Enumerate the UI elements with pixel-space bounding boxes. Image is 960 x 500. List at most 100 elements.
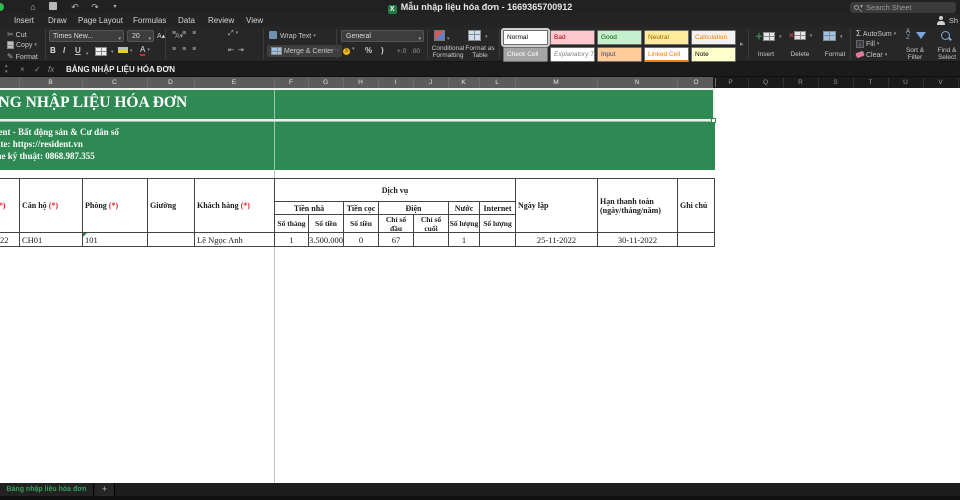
delete-cells-button[interactable]: ×▾ (789, 31, 812, 40)
data-cell-11[interactable] (479, 232, 515, 247)
header-cell-right-1[interactable]: Hạn thanh toán (ngày/tháng/năm) (597, 178, 677, 232)
autosum-button[interactable]: Σ AutoSum▾ (856, 29, 896, 38)
indent-buttons[interactable]: ⇤⇥ (228, 46, 248, 54)
currency-button[interactable]: $▾ (343, 46, 355, 55)
formula-bar-value[interactable]: BẢNG NHẬP LIỆU HÓA ĐƠN (66, 62, 175, 77)
ribbon-tab-page-layout[interactable]: Page Layout (78, 14, 123, 27)
data-cell-5[interactable]: 1 (274, 232, 308, 247)
style-chip-linked-cell[interactable]: Linked Cell (644, 47, 689, 62)
selection-fill-handle[interactable] (711, 118, 716, 123)
header-cell-right-2[interactable]: Ghi chú (677, 178, 715, 232)
insert-cells-button[interactable]: ＋▾ (755, 31, 782, 42)
style-chip-normal[interactable]: Normal (503, 30, 548, 45)
cut-button[interactable]: ✂ Cut (7, 30, 27, 39)
header-cell-sub-6[interactable]: Số tiền (308, 214, 343, 232)
format-as-table-button[interactable]: ▾ (468, 30, 488, 41)
column-header-F[interactable]: F (289, 77, 293, 88)
column-header-C[interactable]: C (112, 77, 117, 88)
font-size-select[interactable]: 20▾ (127, 30, 154, 42)
wrap-text-button[interactable]: Wrap Text▾ (269, 31, 316, 40)
header-cell-group-4[interactable]: Internet (479, 201, 515, 214)
data-cell-8[interactable]: 67 (378, 232, 413, 247)
column-header-G[interactable]: G (323, 77, 328, 88)
header-cell-sub-9[interactable]: Chỉ số cuối (413, 214, 448, 232)
style-chip-check-cell[interactable]: Check Cell (503, 47, 548, 62)
style-chip-explanatory-t-[interactable]: Explanatory T... (550, 47, 595, 62)
fx-icon[interactable]: fx (48, 62, 54, 77)
column-header-O[interactable]: O (693, 77, 698, 88)
header-cell-3[interactable]: Giường (147, 178, 194, 232)
style-chip-calculation[interactable]: Calculation (691, 30, 736, 45)
fill-button[interactable]: ↓ Fill▾ (856, 40, 879, 48)
column-header-N[interactable]: N (635, 77, 640, 88)
share-button[interactable]: Sh (937, 15, 958, 26)
column-headers[interactable]: ABCDEFGHIJKLMNOPQRSTUV (0, 77, 960, 88)
sort-filter-button[interactable]: AZ (906, 29, 910, 41)
column-header-J[interactable]: J (429, 77, 432, 88)
data-cell-13[interactable]: 30-11-2022 (597, 232, 677, 247)
header-cell-group-2[interactable]: Điện (378, 201, 448, 214)
sheet-tab-active[interactable]: Bảng nhập liệu hóa đơn (0, 483, 94, 496)
font-name-select[interactable]: Times New...▾ (49, 30, 124, 42)
styles-expand-icon[interactable]: ▸ (740, 40, 744, 48)
header-cell-2[interactable]: Phòng(*) (82, 178, 147, 232)
ribbon-tab-view[interactable]: View (246, 14, 263, 27)
cancel-icon[interactable]: × (20, 62, 25, 77)
percent-button[interactable]: % (365, 46, 372, 55)
fill-color-button[interactable]: ▾ (118, 47, 133, 55)
add-sheet-button[interactable]: + (95, 483, 115, 496)
data-cell-10[interactable]: 1 (448, 232, 479, 247)
data-cell-1[interactable]: CH01 (19, 232, 82, 247)
header-cell-group-1[interactable]: Tiền cọc (343, 201, 378, 214)
borders-button[interactable]: ▾ (95, 47, 114, 56)
column-header-I[interactable]: I (395, 77, 397, 88)
increase-decimal-button[interactable]: +.0 (397, 48, 406, 55)
header-cell-sub-10[interactable]: Số lượng (448, 214, 479, 232)
copy-button[interactable]: Copy▾ (7, 41, 37, 49)
data-cell-12[interactable]: 25-11-2022 (515, 232, 597, 247)
grow-font-button[interactable]: A▴ (157, 32, 165, 40)
column-header-D[interactable]: D (168, 77, 173, 88)
header-cell-services[interactable]: Dịch vụ (274, 178, 515, 201)
ribbon-tab-draw[interactable]: Draw (48, 14, 67, 27)
clear-button[interactable]: Clear▾ (856, 52, 887, 59)
enter-icon[interactable]: ✓ (34, 62, 41, 77)
ribbon-tab-formulas[interactable]: Formulas (133, 14, 166, 27)
italic-button[interactable]: I (63, 46, 65, 55)
name-box-steppers[interactable]: ▴▾ (5, 63, 8, 75)
data-cell-3[interactable] (147, 232, 194, 247)
style-chip-neutral[interactable]: Neutral (644, 30, 689, 45)
column-header-P[interactable]: P (728, 77, 732, 88)
header-cell-sub-7[interactable]: Số tiền (343, 214, 378, 232)
vertical-align-buttons[interactable]: ≡≡≡ (172, 30, 202, 37)
underline-caret-icon[interactable]: ▾ (86, 51, 89, 57)
formula-bar[interactable]: ▴▾ × ✓ fx BẢNG NHẬP LIỆU HÓA ĐƠN (0, 62, 960, 77)
data-cell-2[interactable]: 101 (82, 232, 147, 247)
style-chip-note[interactable]: Note (691, 47, 736, 62)
comma-style-button[interactable]: ) (381, 46, 384, 55)
column-header-L[interactable]: L (495, 77, 499, 88)
column-header-V[interactable]: V (938, 77, 942, 88)
style-chip-bad[interactable]: Bad (550, 30, 595, 45)
data-cell-6[interactable]: 3.500.000 (308, 232, 343, 247)
column-header-B[interactable]: B (48, 77, 52, 88)
header-cell-4[interactable]: Khách hàng(*) (194, 178, 274, 232)
column-header-T[interactable]: T (869, 77, 873, 88)
conditional-formatting-button[interactable]: ▾ (434, 30, 450, 43)
orientation-button[interactable]: ⤢▾ (228, 30, 238, 38)
data-cell-9[interactable] (413, 232, 448, 247)
data-cell-14[interactable] (677, 232, 715, 247)
header-cell-0[interactable]: Tháng(*) (0, 178, 19, 232)
column-header-K[interactable]: K (461, 77, 465, 88)
data-cell-0[interactable]: 11-2022 (0, 232, 19, 247)
horizontal-align-buttons[interactable]: ≡≡≡ (172, 46, 202, 53)
data-cell-7[interactable]: 0 (343, 232, 378, 247)
company-info-cell[interactable]: Resident - Bất động sản & Cư dân sốWebsi… (0, 126, 119, 162)
font-color-button[interactable]: A▾ (140, 45, 150, 54)
search-input[interactable]: ▾ Search Sheet (850, 2, 956, 13)
column-header-M[interactable]: M (553, 77, 558, 88)
find-select-icon[interactable] (941, 31, 950, 40)
ribbon-tab-review[interactable]: Review (208, 14, 234, 27)
decrease-decimal-button[interactable]: .00 (411, 48, 420, 55)
format-cells-button[interactable]: ▾ (823, 31, 843, 41)
